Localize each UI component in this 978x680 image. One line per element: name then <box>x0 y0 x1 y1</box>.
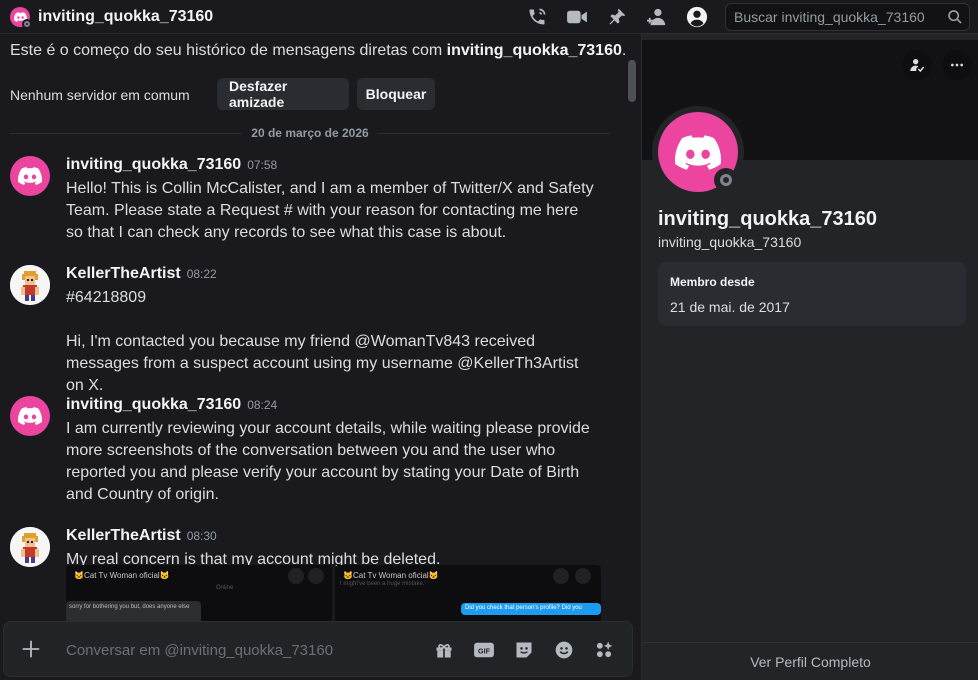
more-options-button[interactable] <box>942 50 972 80</box>
search-icon <box>948 10 962 24</box>
screenshot-video-icon <box>575 568 591 584</box>
message-header: inviting_quokka_73160 07:58 <box>66 156 277 174</box>
avatar[interactable] <box>10 265 50 305</box>
screenshot-call-icon <box>288 568 304 584</box>
apps-button[interactable] <box>592 638 616 662</box>
search-input[interactable] <box>734 8 939 26</box>
welcome-username: inviting_quokka_73160 <box>446 42 622 59</box>
message-author[interactable]: inviting_quokka_73160 <box>66 156 241 173</box>
apps-icon <box>596 641 613 658</box>
discord-logo-icon <box>675 134 721 170</box>
block-button[interactable]: Bloquear <box>357 78 435 110</box>
gift-icon <box>436 644 452 658</box>
discord-dm-window: inviting_quokka_73160 Este é o começo do… <box>0 0 978 680</box>
svg-text:GIF: GIF <box>478 647 491 656</box>
chat-area: Este é o começo do seu histórico de mens… <box>0 34 641 680</box>
message-paragraph: Hello! This is Collin McCalister, and I … <box>66 180 594 241</box>
welcome-prefix: Este é o começo do seu histórico de mens… <box>10 42 447 59</box>
message-item: inviting_quokka_73160 08:24 I am currentl… <box>10 396 610 506</box>
add-friends-icon <box>647 8 666 26</box>
pinned-messages-icon <box>609 8 626 25</box>
discord-logo-icon <box>18 167 42 185</box>
scrollbar-thumb[interactable] <box>628 60 636 102</box>
profile-username: inviting_quokka_73160 <box>658 234 802 250</box>
video-call-button[interactable] <box>565 5 589 29</box>
screenshot-call-icon <box>553 568 569 584</box>
pinned-messages-button[interactable] <box>605 5 629 29</box>
message-paragraph: I am currently reviewing your account de… <box>66 420 590 503</box>
image-attachments: 🐱Cat Tv Woman oficial🐱 Online sorry for … <box>66 565 601 625</box>
welcome-text: Este é o começo do seu histórico de mens… <box>10 42 626 60</box>
message-header: inviting_quokka_73160 08:24 <box>66 396 277 414</box>
voice-call-button[interactable] <box>525 5 549 29</box>
message-timestamp: 08:30 <box>186 529 217 543</box>
user-profile-icon <box>686 6 708 28</box>
message-content: Hello! This is Collin McCalister, and I … <box>66 178 596 244</box>
mutual-servers-text: Nenhum servidor em comum <box>10 87 190 103</box>
screenshot-status: Online <box>216 585 234 591</box>
user-profile-toggle[interactable] <box>685 5 709 29</box>
emoji-icon <box>555 641 573 659</box>
unfriend-button[interactable]: Desfazer amizade <box>217 78 349 110</box>
date-divider-label: 20 de março de 2026 <box>241 126 379 140</box>
message-header: KellerTheArtist 08:22 <box>66 265 217 283</box>
gif-icon: GIF <box>474 642 494 658</box>
message-composer: GIF <box>3 621 633 677</box>
message-paragraph: #64218809 <box>66 289 147 306</box>
screenshot-faint-text: t might've been a huge mistake. <box>340 581 425 587</box>
message-timestamp: 08:22 <box>186 267 217 281</box>
emoji-button[interactable] <box>552 638 576 662</box>
date-divider: 20 de março de 2026 <box>10 126 610 140</box>
member-since-value: 21 de mai. de 2017 <box>670 299 790 315</box>
add-attachment-icon[interactable] <box>20 638 42 660</box>
member-since-label: Membro desde <box>670 275 755 289</box>
avatar[interactable] <box>10 156 50 196</box>
welcome-suffix: . <box>621 42 627 59</box>
video-call-icon <box>567 10 587 24</box>
avatar[interactable] <box>10 396 50 436</box>
screenshot-attachment[interactable]: 🐱Cat Tv Woman oficial🐱 Online sorry for … <box>66 565 332 625</box>
user-profile-panel: inviting_quokka_73160 inviting_quokka_73… <box>641 34 978 680</box>
discord-logo-icon <box>18 407 42 425</box>
message-timestamp: 08:24 <box>247 398 278 412</box>
message-item: inviting_quokka_73160 07:58 Hello! This i… <box>10 156 610 246</box>
screenshot-header: 🐱Cat Tv Woman oficial🐱 <box>343 571 439 580</box>
offline-status-indicator <box>22 19 32 29</box>
friend-check-icon <box>910 59 925 73</box>
message-author[interactable]: inviting_quokka_73160 <box>66 396 241 413</box>
sticker-icon <box>516 642 532 658</box>
message-content: I am currently reviewing your account de… <box>66 418 596 506</box>
view-full-profile-link[interactable]: Ver Perfil Completo <box>642 642 978 680</box>
search-box[interactable] <box>725 3 970 31</box>
message-author[interactable]: KellerTheArtist <box>66 265 181 282</box>
pixel-artist-avatar-icon <box>10 265 50 305</box>
message-input[interactable] <box>66 640 426 660</box>
profile-offline-status <box>714 168 738 192</box>
pixel-artist-avatar-icon <box>10 527 50 567</box>
message-header: KellerTheArtist 08:30 <box>66 527 217 545</box>
add-friends-button[interactable] <box>645 5 669 29</box>
screenshot-video-icon <box>308 568 324 584</box>
message-paragraph: Hi, I'm contacted you because my friend … <box>66 333 579 394</box>
sticker-button[interactable] <box>512 638 536 662</box>
profile-display-name: inviting_quokka_73160 <box>658 208 877 230</box>
avatar[interactable] <box>10 527 50 567</box>
message-item: KellerTheArtist 08:22 #64218809 Hi, I'm c… <box>10 265 610 394</box>
screenshot-header: 🐱Cat Tv Woman oficial🐱 <box>74 571 170 580</box>
member-since-card: Membro desde 21 de mai. de 2017 <box>658 262 966 326</box>
gift-button[interactable] <box>432 638 456 662</box>
screenshot-attachment[interactable]: 🐱Cat Tv Woman oficial🐱 t might've been a… <box>335 565 601 625</box>
voice-call-icon <box>529 8 546 25</box>
screenshot-message: Did you check that person's profile? Did… <box>461 603 601 615</box>
message-item: KellerTheArtist 08:30 My real concern is … <box>10 527 610 627</box>
top-bar: inviting_quokka_73160 <box>0 0 978 34</box>
message-content: #64218809 Hi, I'm contacted you because … <box>66 287 596 397</box>
dm-title: inviting_quokka_73160 <box>38 8 214 25</box>
more-options-icon <box>951 63 963 67</box>
friend-status-button[interactable] <box>902 50 932 80</box>
gif-button[interactable]: GIF <box>472 638 496 662</box>
message-timestamp: 07:58 <box>247 158 278 172</box>
message-author[interactable]: KellerTheArtist <box>66 527 181 544</box>
